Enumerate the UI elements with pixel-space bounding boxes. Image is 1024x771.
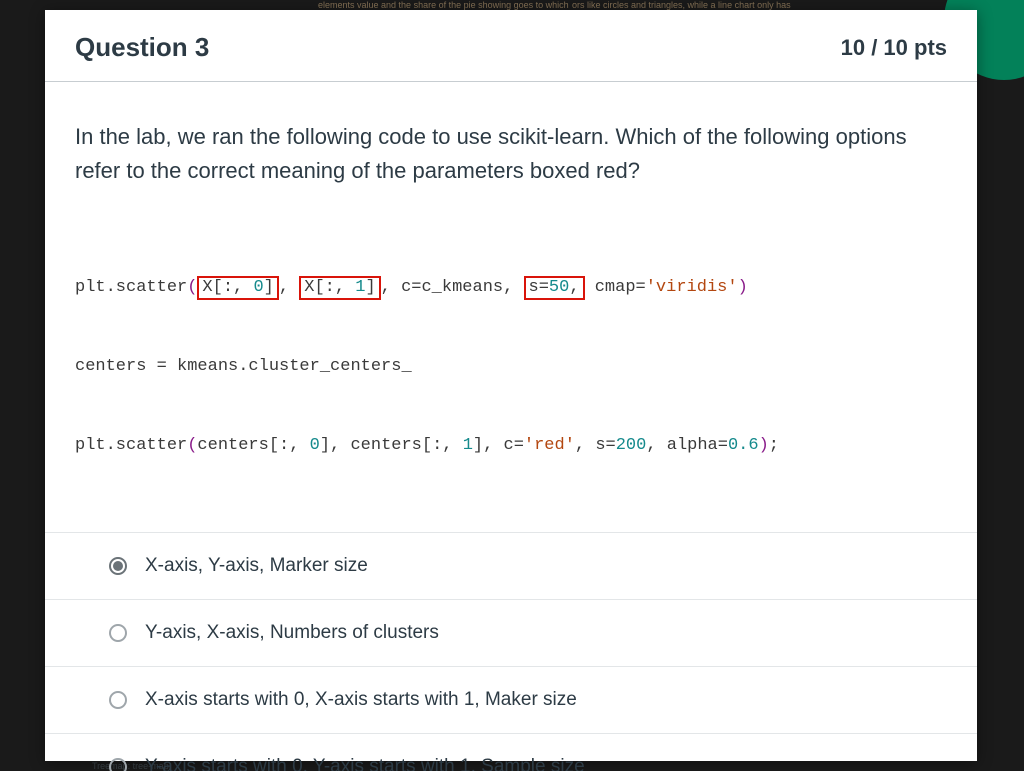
answer-option[interactable]: Y-axis, X-axis, Numbers of clusters	[45, 599, 977, 666]
answer-label: X-axis starts with 0, X-axis starts with…	[145, 689, 577, 711]
answer-option[interactable]: X-axis, Y-axis, Marker size	[45, 532, 977, 599]
code-tok: s=	[529, 278, 549, 297]
red-box-2: X[:, 1]	[299, 276, 380, 300]
code-tok: cmap=	[585, 278, 646, 297]
code-tok: , c=c_kmeans,	[381, 278, 514, 297]
radio-icon	[109, 557, 127, 575]
code-tok: ]	[365, 278, 375, 297]
code-tok: [:,	[269, 436, 310, 455]
code-tok: ,	[279, 278, 289, 297]
answer-option[interactable]: X-axis starts with 0, X-axis starts with…	[45, 666, 977, 733]
bg-text-2: ors like circles and triangles, while a …	[572, 0, 791, 10]
code-tok: )	[738, 278, 748, 297]
question-title: Question 3	[75, 32, 209, 63]
code-tok	[513, 278, 523, 297]
code-block: plt.scatter(X[:, 0], X[:, 1], c=c_kmeans…	[75, 222, 947, 512]
answer-label: Y-axis, X-axis, Numbers of clusters	[145, 622, 439, 644]
code-tok: ], centers[:,	[320, 436, 463, 455]
code-tok: X	[202, 278, 212, 297]
code-line-1: plt.scatter(X[:, 0], X[:, 1], c=c_kmeans…	[75, 275, 947, 301]
code-tok: 'red'	[524, 436, 575, 455]
question-header: Question 3 10 / 10 pts	[45, 10, 977, 82]
answer-list: X-axis, Y-axis, Marker size Y-axis, X-ax…	[45, 532, 977, 771]
code-tok: X	[304, 278, 314, 297]
code-tok: 'viridis'	[646, 278, 738, 297]
code-tok: ]	[264, 278, 274, 297]
radio-icon	[109, 758, 127, 771]
code-tok: 0.6	[728, 436, 759, 455]
code-tok: (	[187, 278, 197, 297]
code-tok: , s=	[575, 436, 616, 455]
code-tok: (	[187, 436, 197, 455]
code-tok: plt.scatter	[75, 436, 187, 455]
code-tok: [:,	[314, 278, 355, 297]
code-tok: plt.scatter	[75, 278, 187, 297]
code-tok: 200	[616, 436, 647, 455]
code-line-2: centers = kmeans.cluster_centers_	[75, 354, 947, 380]
answer-label: Y-axis starts with 0, Y-axis starts with…	[145, 756, 585, 771]
red-box-1: X[:, 0]	[197, 276, 278, 300]
radio-icon	[109, 691, 127, 709]
code-tok: centers = kmeans.cluster_centers_	[75, 357, 412, 376]
question-body: In the lab, we ran the following code to…	[45, 82, 977, 771]
bg-text-1: elements value and the share of the pie …	[318, 0, 569, 10]
question-points: 10 / 10 pts	[841, 35, 947, 61]
code-tok: 1	[463, 436, 473, 455]
code-tok: 0	[310, 436, 320, 455]
code-tok: 50	[549, 278, 569, 297]
code-tok: centers	[197, 436, 268, 455]
code-tok: 0	[253, 278, 263, 297]
question-prompt: In the lab, we ran the following code to…	[75, 120, 947, 188]
code-tok: ,	[569, 278, 579, 297]
code-tok: ;	[769, 436, 779, 455]
answer-option[interactable]: Y-axis starts with 0, Y-axis starts with…	[45, 733, 977, 771]
code-tok: )	[759, 436, 769, 455]
radio-icon	[109, 624, 127, 642]
code-tok	[289, 278, 299, 297]
code-tok: 1	[355, 278, 365, 297]
red-box-3: s=50,	[524, 276, 585, 300]
code-tok: ], c=	[473, 436, 524, 455]
code-line-3: plt.scatter(centers[:, 0], centers[:, 1]…	[75, 433, 947, 459]
answer-label: X-axis, Y-axis, Marker size	[145, 555, 368, 577]
code-tok: , alpha=	[646, 436, 728, 455]
code-tok: [:,	[213, 278, 254, 297]
question-card: Question 3 10 / 10 pts In the lab, we ra…	[45, 10, 977, 761]
